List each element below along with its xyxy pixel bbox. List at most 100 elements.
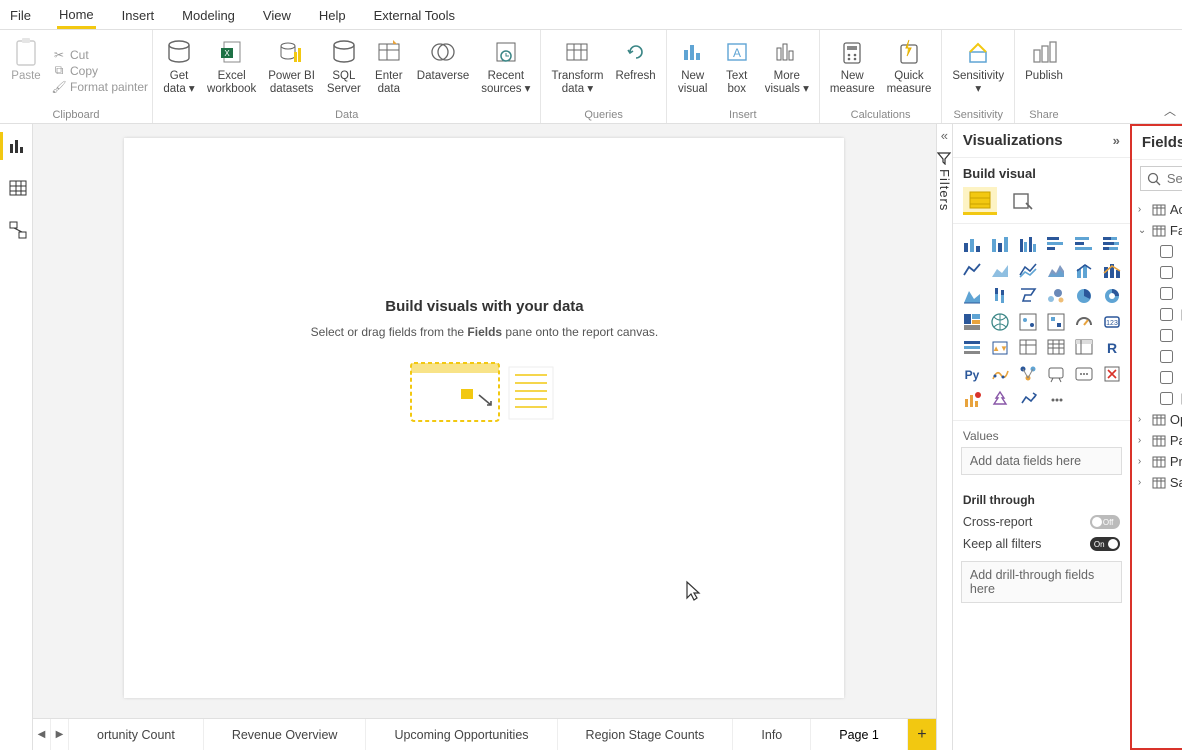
menu-home[interactable]: Home [57, 1, 96, 29]
menu-modeling[interactable]: Modeling [180, 2, 237, 27]
new-measure-button[interactable]: Newmeasure [824, 32, 881, 109]
table-account[interactable]: ›Account [1132, 199, 1182, 220]
field-checkbox[interactable] [1160, 350, 1173, 363]
viz-type-18[interactable] [959, 310, 985, 334]
page-tab[interactable]: ortunity Count [69, 719, 204, 750]
viz-type-5[interactable] [1099, 232, 1125, 256]
viz-type-25[interactable]: ▲▼ [987, 336, 1013, 360]
viz-type-7[interactable] [987, 258, 1013, 282]
page-tab[interactable]: Page 1 [811, 719, 908, 750]
viz-type-28[interactable] [1071, 336, 1097, 360]
cut-button[interactable]: ✂Cut [52, 48, 148, 62]
data-view-button[interactable] [0, 174, 32, 202]
viz-type-3[interactable] [1043, 232, 1069, 256]
field-checkbox[interactable] [1160, 371, 1173, 384]
viz-type-0[interactable] [959, 232, 985, 256]
viz-type-36[interactable] [959, 388, 985, 412]
field-checkbox[interactable] [1160, 287, 1173, 300]
viz-type-38[interactable] [1015, 388, 1041, 412]
viz-type-39[interactable] [1043, 388, 1069, 412]
page-tab[interactable]: Upcoming Opportunities [366, 719, 557, 750]
tabs-prev-button[interactable]: ◀ [33, 719, 51, 750]
viz-type-23[interactable]: 123 [1099, 310, 1125, 334]
viz-type-22[interactable] [1071, 310, 1097, 334]
dataverse-button[interactable]: Dataverse [411, 32, 475, 109]
cross-report-toggle[interactable]: Off [1090, 515, 1120, 529]
viz-type-21[interactable] [1043, 310, 1069, 334]
more-visuals-button[interactable]: Morevisuals ▾ [759, 32, 815, 109]
keep-filters-toggle[interactable]: On [1090, 537, 1120, 551]
format-visual-tab[interactable] [1005, 187, 1039, 215]
table-opportunity[interactable]: ›Opportunity [1132, 409, 1182, 430]
enter-data-button[interactable]: Enterdata [367, 32, 411, 109]
text-box-button[interactable]: ATextbox [715, 32, 759, 109]
viz-type-31[interactable] [987, 362, 1013, 386]
add-page-button[interactable]: + [908, 719, 936, 750]
format-painter-button[interactable]: 🖌Format painter [52, 80, 148, 94]
field-item[interactable]: Tot Opportunity ... [1132, 367, 1182, 388]
field-item[interactable]: Factored Revenue [1132, 283, 1182, 304]
viz-type-35[interactable] [1099, 362, 1125, 386]
field-item[interactable]: Avg Revenue [1132, 262, 1182, 283]
viz-type-10[interactable] [1071, 258, 1097, 282]
collapse-ribbon-button[interactable]: ︿ [1164, 102, 1176, 119]
sensitivity-button[interactable]: Sensitivity▾ [946, 32, 1010, 109]
refresh-button[interactable]: Refresh [609, 32, 661, 109]
viz-type-34[interactable] [1071, 362, 1097, 386]
viz-type-37[interactable] [987, 388, 1013, 412]
menu-view[interactable]: View [261, 2, 293, 27]
viz-type-16[interactable] [1071, 284, 1097, 308]
viz-type-9[interactable] [1043, 258, 1069, 282]
transform-data-button[interactable]: Transformdata ▾ [545, 32, 609, 109]
collapse-viz-button[interactable]: » [1113, 133, 1120, 148]
paste-button[interactable]: Paste [4, 32, 48, 109]
field-item[interactable]: Year [1132, 388, 1182, 409]
menu-external-tools[interactable]: External Tools [372, 2, 457, 27]
viz-type-30[interactable]: Py [959, 362, 985, 386]
tabs-next-button[interactable]: ▶ [51, 719, 69, 750]
drillthrough-well[interactable]: Add drill-through fields here [961, 561, 1122, 603]
report-canvas[interactable]: Build visuals with your data Select or d… [124, 138, 844, 698]
quick-measure-button[interactable]: Quickmeasure [881, 32, 938, 109]
viz-type-12[interactable] [959, 284, 985, 308]
viz-type-27[interactable] [1043, 336, 1069, 360]
report-view-button[interactable] [0, 132, 32, 160]
field-checkbox[interactable] [1160, 329, 1173, 342]
field-item[interactable]: Revenue [1132, 346, 1182, 367]
page-tab[interactable]: Region Stage Counts [558, 719, 734, 750]
values-well[interactable]: Add data fields here [961, 447, 1122, 475]
get-data-button[interactable]: Getdata ▾ [157, 32, 201, 109]
menu-insert[interactable]: Insert [120, 2, 157, 27]
page-tab[interactable]: Info [733, 719, 811, 750]
table-product[interactable]: ›Product [1132, 451, 1182, 472]
publish-button[interactable]: Publish [1019, 32, 1069, 109]
fields-search[interactable] [1140, 166, 1182, 191]
sql-server-button[interactable]: SQLServer [321, 32, 367, 109]
menu-file[interactable]: File [8, 2, 33, 27]
pbi-datasets-button[interactable]: Power BIdatasets [262, 32, 321, 109]
field-item[interactable]: Avg Opportunity... [1132, 241, 1182, 262]
viz-type-29[interactable]: R [1099, 336, 1125, 360]
viz-type-19[interactable] [987, 310, 1013, 334]
expand-filters-icon[interactable]: « [941, 128, 948, 143]
field-checkbox[interactable] [1160, 266, 1173, 279]
model-view-button[interactable] [0, 216, 32, 244]
field-item[interactable]: Month [1132, 304, 1182, 325]
table-partner[interactable]: ›Partner [1132, 430, 1182, 451]
viz-type-13[interactable] [987, 284, 1013, 308]
viz-type-24[interactable] [959, 336, 985, 360]
viz-type-11[interactable] [1099, 258, 1125, 282]
viz-type-1[interactable] [987, 232, 1013, 256]
field-item[interactable]: Opportunity Cou... [1132, 325, 1182, 346]
field-checkbox[interactable] [1160, 392, 1173, 405]
new-visual-button[interactable]: Newvisual [671, 32, 715, 109]
copy-button[interactable]: ⧉Copy [52, 64, 148, 78]
build-visual-tab[interactable] [963, 187, 997, 215]
fields-search-input[interactable] [1167, 171, 1182, 186]
field-checkbox[interactable] [1160, 308, 1173, 321]
viz-type-17[interactable] [1099, 284, 1125, 308]
filters-pane-collapsed[interactable]: « Filters [936, 124, 952, 750]
table-fact[interactable]: ⌄Fact⋯ [1132, 220, 1182, 241]
viz-type-4[interactable] [1071, 232, 1097, 256]
viz-type-26[interactable] [1015, 336, 1041, 360]
